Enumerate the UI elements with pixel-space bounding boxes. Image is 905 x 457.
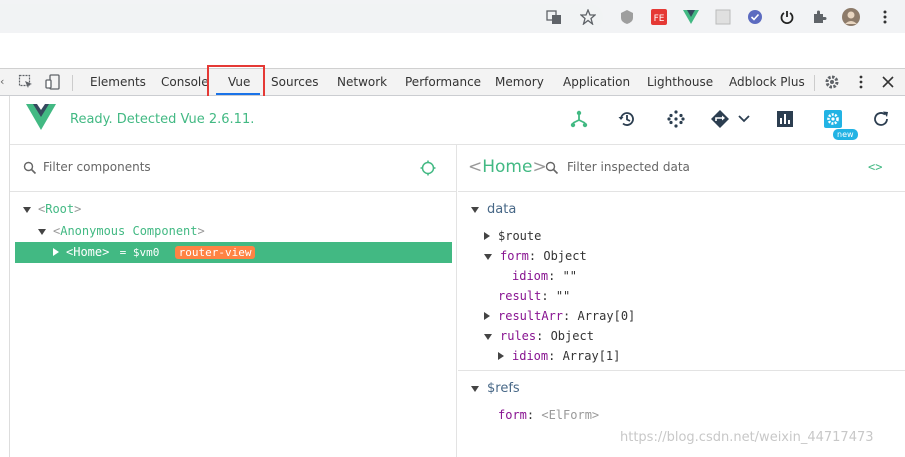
tab-adblock-plus[interactable]: Adblock Plus (729, 75, 805, 89)
page-edge (0, 96, 10, 457)
tree-node-anonymous[interactable]: <Anonymous Component> (38, 224, 205, 238)
vm-ref: = $vm0 (119, 246, 160, 259)
close-icon[interactable] (880, 74, 896, 93)
page-area (0, 33, 905, 68)
svg-text:FE: FE (654, 14, 665, 24)
tab-console[interactable]: Console (161, 75, 209, 89)
component-filter-input[interactable]: Filter components (43, 160, 151, 174)
settings-new-icon[interactable] (822, 108, 844, 130)
section-divider (458, 370, 905, 371)
collapse-arrow-icon[interactable] (498, 352, 504, 360)
translate-icon[interactable] (546, 9, 562, 25)
chrome-menu-icon[interactable] (877, 9, 893, 25)
search-icon (545, 161, 559, 178)
components-pane: Filter components <Root> <Anonymous Comp… (10, 145, 457, 457)
expand-arrow-icon[interactable] (38, 229, 46, 235)
collapse-arrow-icon[interactable] (53, 248, 59, 256)
prop-form-idiom[interactable]: idiom: "" (512, 269, 577, 283)
inspector-header: <Home> Filter inspected data <> (458, 145, 905, 192)
profile-avatar-icon[interactable] (842, 8, 860, 26)
extension-shield-icon[interactable] (619, 9, 635, 25)
timeline-history-icon[interactable] (616, 108, 638, 130)
vue-status-text: Ready. Detected Vue 2.6.11. (70, 112, 255, 127)
refresh-icon[interactable] (870, 108, 892, 130)
prop-form[interactable]: form: Object (484, 249, 587, 263)
collapse-arrow-icon[interactable] (484, 232, 490, 240)
prop-resultarr[interactable]: resultArr: Array[0] (484, 309, 635, 323)
check-extension-icon[interactable] (747, 9, 763, 25)
tab-memory[interactable]: Memory (495, 75, 544, 89)
refs-section-header[interactable]: $refs (471, 381, 520, 396)
fe-extension-icon[interactable]: FE (651, 9, 667, 25)
performance-chart-icon[interactable] (774, 108, 796, 130)
prop-rules-idiom[interactable]: idiom: Array[1] (498, 349, 620, 363)
select-component-target-icon[interactable] (420, 160, 436, 179)
tree-node-home-selected[interactable]: <Home> = $vm0 router-view (15, 242, 452, 263)
tree-node-root[interactable]: <Root> (23, 202, 81, 216)
tab-performance[interactable]: Performance (405, 75, 481, 89)
open-source-code-icon[interactable]: <> (868, 160, 882, 174)
prop-rules[interactable]: rules: Object (484, 329, 594, 343)
components-tab-icon[interactable] (568, 108, 590, 130)
tab-network[interactable]: Network (337, 75, 387, 89)
vue-logo-icon (26, 104, 56, 133)
inspected-component-title: <Home> (468, 157, 547, 177)
browser-toolbar: FE (0, 0, 905, 33)
power-icon[interactable] (779, 9, 795, 25)
tab-application[interactable]: Application (563, 75, 630, 89)
tab-elements[interactable]: Elements (90, 75, 146, 89)
expand-arrow-icon[interactable] (23, 207, 31, 213)
new-badge: new (833, 129, 858, 140)
vuex-dots-icon[interactable] (665, 108, 687, 130)
tab-separator (72, 75, 73, 91)
bookmark-star-icon[interactable] (579, 8, 597, 26)
ref-form[interactable]: form: <ElForm> (498, 408, 599, 422)
expand-arrow-icon[interactable] (484, 254, 492, 260)
prop-result[interactable]: result: "" (498, 289, 570, 303)
expand-arrow-icon[interactable] (471, 386, 479, 392)
routing-dropdown-icon[interactable] (710, 108, 754, 130)
device-toolbar-icon[interactable] (45, 74, 61, 93)
search-icon (23, 161, 37, 178)
tab-sources[interactable]: Sources (271, 75, 318, 89)
blank-extension-icon[interactable] (715, 9, 731, 25)
component-filter-bar: Filter components (10, 145, 457, 192)
expand-arrow-icon[interactable] (484, 334, 492, 340)
data-section-header[interactable]: data (471, 202, 516, 217)
devtools-menu-icon[interactable] (853, 74, 869, 93)
prop-route[interactable]: $route (484, 229, 541, 243)
watermark-text: https://blog.csdn.net/weixin_44717473 (620, 430, 874, 445)
vue-devtools-header: Ready. Detected Vue 2.6.11. new (10, 96, 905, 145)
inspector-pane: <Home> Filter inspected data <> data $ro… (458, 145, 905, 457)
chevron-left-icon[interactable]: ‹ (0, 75, 4, 88)
router-view-badge: router-view (174, 246, 256, 259)
inspect-element-icon[interactable] (18, 74, 34, 93)
address-bar[interactable] (0, 4, 603, 30)
inspector-filter-input[interactable]: Filter inspected data (567, 160, 690, 174)
tab-separator (814, 75, 815, 91)
tab-lighthouse[interactable]: Lighthouse (647, 75, 713, 89)
collapse-arrow-icon[interactable] (484, 312, 490, 320)
settings-gear-icon[interactable] (824, 74, 840, 93)
devtools-tab-bar: ‹ Elements Console Vue Sources Network P… (0, 68, 905, 96)
extensions-puzzle-icon[interactable] (811, 9, 827, 25)
vue-extension-icon[interactable] (683, 9, 699, 25)
home-tag-label: Home (73, 245, 103, 259)
expand-arrow-icon[interactable] (471, 207, 479, 213)
